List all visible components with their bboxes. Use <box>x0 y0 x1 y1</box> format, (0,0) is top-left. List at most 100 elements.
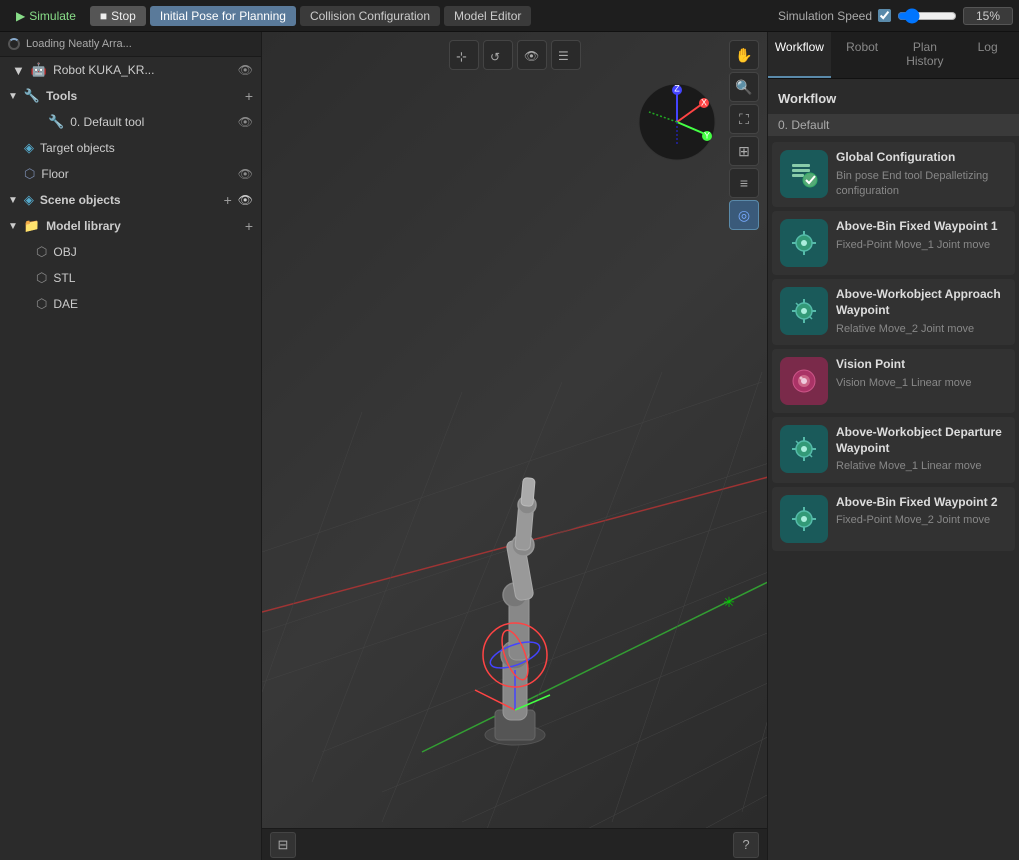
3d-viewport[interactable]: ✳ Z X Y <box>262 32 767 860</box>
robot-visibility-icon[interactable]: 👁 <box>238 63 253 77</box>
viewport-right-toolbar: ✋ 🔍 ⛶ ⊞ ≡ ◎ <box>729 40 759 230</box>
stl-item[interactable]: ⬡ STL <box>0 265 261 291</box>
floor-visibility-icon[interactable]: 👁 <box>238 167 253 181</box>
card-text-above_workobject_departure: Above-Workobject Departure WaypointRelat… <box>836 425 1007 475</box>
list-icon-btn[interactable]: ☰ <box>551 40 581 70</box>
card-icon-above_workobject_approach <box>780 287 828 335</box>
simulate-button[interactable]: ▶ Simulate <box>6 6 86 26</box>
initial-pose-label: Initial Pose for Planning <box>160 9 286 23</box>
svg-text:Y: Y <box>704 130 710 140</box>
card-text-above_bin_fixed_1: Above-Bin Fixed Waypoint 1Fixed-Point Mo… <box>836 219 1007 253</box>
scene-objects-section[interactable]: ▼ ◈ Scene objects + 👁 <box>0 187 261 213</box>
sim-speed-value[interactable]: 15% <box>963 7 1013 25</box>
robot-arm <box>405 460 625 760</box>
tab-plan-history[interactable]: Plan History <box>894 32 957 78</box>
card-title-global_config: Global Configuration <box>836 150 1007 166</box>
tools-icon: 🔧 <box>24 88 40 104</box>
workflow-title: Workflow <box>768 87 1019 114</box>
stl-icon: ⬡ <box>36 270 47 286</box>
target-objects-icon: ◈ <box>24 140 34 156</box>
scene-icon: ◈ <box>24 192 34 208</box>
svg-text:↺: ↺ <box>490 50 500 63</box>
transform-icon-btn[interactable]: ⊹ <box>449 40 479 70</box>
card-title-above_workobject_departure: Above-Workobject Departure Waypoint <box>836 425 1007 456</box>
default-tool-icon: 🔧 <box>48 114 64 130</box>
zoom-tool-button[interactable]: 🔍 <box>729 72 759 102</box>
sim-speed-toggle[interactable] <box>878 9 891 22</box>
right-panel-tabs: Workflow Robot Plan History Log <box>768 32 1019 79</box>
axis-widget: Z X Y <box>637 82 717 162</box>
right-panel-content: Workflow 0. Default Global Configuration… <box>768 79 1019 860</box>
floor-label: Floor <box>41 167 231 181</box>
card-subtitle-vision_point: Vision Move_1 Linear move <box>836 376 1007 391</box>
grid-tool-button[interactable]: ⊞ <box>729 136 759 166</box>
model-editor-button[interactable]: Model Editor <box>444 6 531 26</box>
model-library-section[interactable]: ▼ 📁 Model library + <box>0 213 261 239</box>
tools-add-button[interactable]: + <box>245 88 253 104</box>
card-subtitle-above_workobject_approach: Relative Move_2 Joint move <box>836 322 1007 337</box>
svg-text:☰: ☰ <box>558 49 569 63</box>
tools-section[interactable]: ▼ 🔧 Tools + <box>0 83 261 109</box>
workflow-card-above_bin_fixed_1[interactable]: Above-Bin Fixed Waypoint 1Fixed-Point Mo… <box>772 211 1015 275</box>
loading-spinner <box>8 38 20 50</box>
workflow-card-above_workobject_approach[interactable]: Above-Workobject Approach WaypointRelati… <box>772 279 1015 345</box>
workflow-card-global_config[interactable]: Global Configuration Bin pose End tool De… <box>772 142 1015 207</box>
default-tool-item[interactable]: 🔧 0. Default tool 👁 <box>0 109 261 135</box>
model-library-icon: 📁 <box>24 218 40 234</box>
hand-tool-button[interactable]: ✋ <box>729 40 759 70</box>
svg-text:X: X <box>701 97 707 107</box>
topbar: ▶ Simulate ■ Stop Initial Pose for Plann… <box>0 0 1019 32</box>
scene-add-button[interactable]: + <box>224 192 232 208</box>
viewport-bottom-bar: ⊟ ? <box>262 828 767 860</box>
sim-speed-label: Simulation Speed <box>778 9 872 23</box>
workflow-card-vision_point[interactable]: Vision PointVision Move_1 Linear move <box>772 349 1015 413</box>
bottom-right-btn[interactable]: ? <box>733 832 759 858</box>
card-icon-global_config <box>780 150 828 198</box>
stop-icon: ■ <box>100 9 107 23</box>
target-objects-label: Target objects <box>40 141 253 155</box>
sim-speed-slider[interactable] <box>897 8 957 24</box>
viewport-container[interactable]: ✳ Z X Y <box>262 32 767 860</box>
target-objects-item[interactable]: ◈ Target objects <box>0 135 261 161</box>
model-expand-icon: ▼ <box>8 221 18 232</box>
card-text-vision_point: Vision PointVision Move_1 Linear move <box>836 357 1007 391</box>
card-subtitle-global_config: Bin pose End tool Depalletizing configur… <box>836 169 1007 200</box>
collision-config-button[interactable]: Collision Configuration <box>300 6 440 26</box>
workflow-card-above_workobject_departure[interactable]: Above-Workobject Departure WaypointRelat… <box>772 417 1015 483</box>
tab-workflow[interactable]: Workflow <box>768 32 831 78</box>
card-text-above_bin_fixed_2: Above-Bin Fixed Waypoint 2Fixed-Point Mo… <box>836 495 1007 529</box>
tools-label: Tools <box>46 89 239 103</box>
card-subtitle-above_bin_fixed_2: Fixed-Point Move_2 Joint move <box>836 513 1007 528</box>
stop-label: Stop <box>111 9 136 23</box>
initial-pose-button[interactable]: Initial Pose for Planning <box>150 6 296 26</box>
robot-item[interactable]: ▼ 🤖 Robot KUKA_KR... 👁 <box>0 57 261 83</box>
svg-text:✳: ✳ <box>723 594 735 610</box>
layers-tool-button[interactable]: ≡ <box>729 168 759 198</box>
obj-icon: ⬡ <box>36 244 47 260</box>
stop-button[interactable]: ■ Stop <box>90 6 146 26</box>
floor-item[interactable]: ⬡ Floor 👁 <box>0 161 261 187</box>
dae-item[interactable]: ⬡ DAE <box>0 291 261 317</box>
floor-icon: ⬡ <box>24 166 35 182</box>
loading-text: Loading Neatly Arra... <box>26 38 132 50</box>
right-panel: Workflow Robot Plan History Log Workflow… <box>767 32 1019 860</box>
scene-visibility-icon[interactable]: 👁 <box>238 193 253 207</box>
stl-label: STL <box>53 271 253 285</box>
default-tool-visibility-icon[interactable]: 👁 <box>238 115 253 129</box>
play-icon: ▶ <box>16 9 25 23</box>
robot-icon: 🤖 <box>31 62 47 78</box>
obj-item[interactable]: ⬡ OBJ <box>0 239 261 265</box>
tab-log[interactable]: Log <box>956 32 1019 78</box>
tab-robot[interactable]: Robot <box>831 32 894 78</box>
workflow-card-above_bin_fixed_2[interactable]: Above-Bin Fixed Waypoint 2Fixed-Point Mo… <box>772 487 1015 551</box>
bottom-left-btn[interactable]: ⊟ <box>270 832 296 858</box>
rotate-icon-btn[interactable]: ↺ <box>483 40 513 70</box>
model-library-label: Model library <box>46 219 239 233</box>
expand-icon: ▼ <box>12 63 25 78</box>
scene-expand-icon: ▼ <box>8 195 18 206</box>
fit-tool-button[interactable]: ⛶ <box>729 104 759 134</box>
model-library-add-button[interactable]: + <box>245 218 253 234</box>
circle-tool-button[interactable]: ◎ <box>729 200 759 230</box>
card-subtitle-above_bin_fixed_1: Fixed-Point Move_1 Joint move <box>836 238 1007 253</box>
visibility-icon-btn[interactable]: 👁 <box>517 40 547 70</box>
